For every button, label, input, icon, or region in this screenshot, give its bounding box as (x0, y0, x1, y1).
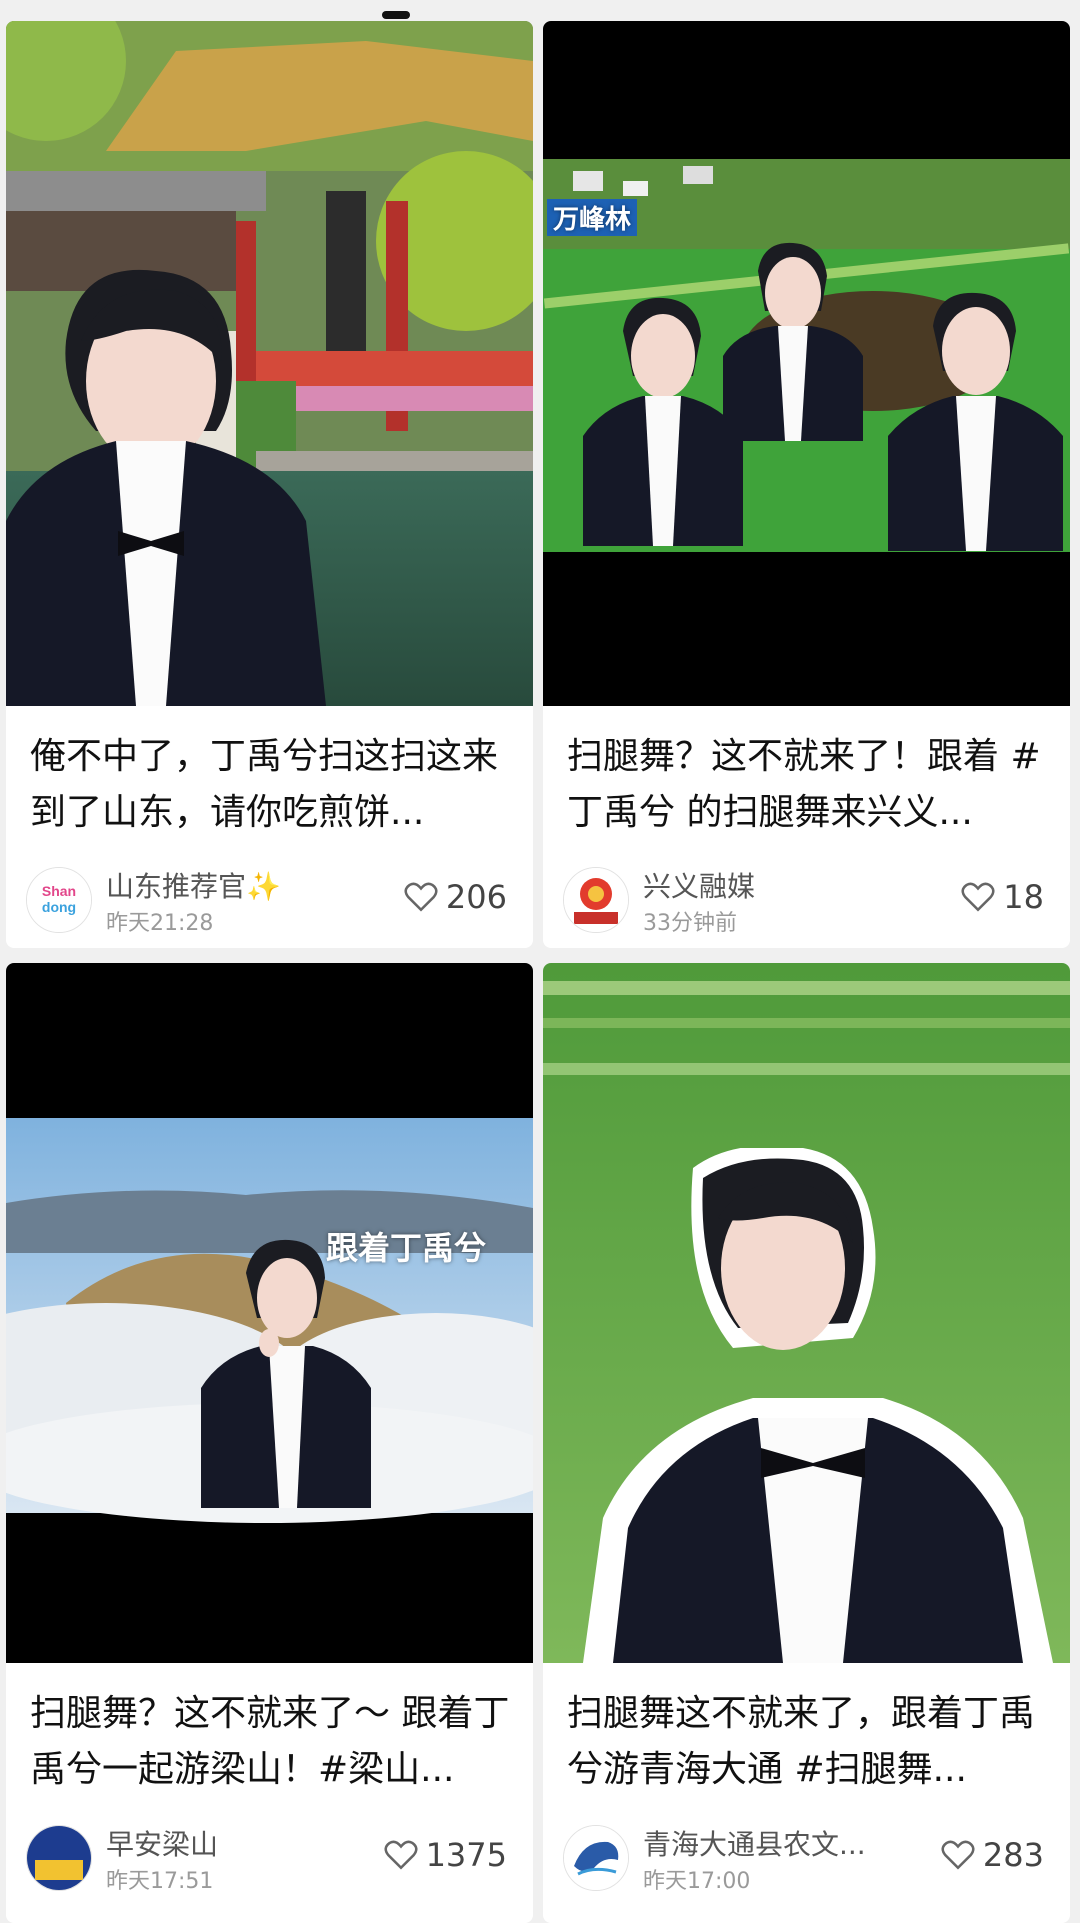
author-name[interactable]: 兴义融媒 (643, 865, 755, 905)
person-cutout-figure (201, 1239, 371, 1508)
card-meta: 早安梁山 昨天17:51 1375 (26, 1821, 513, 1894)
card-meta: Shan dong 山东推荐官✨ 昨天21:28 206 (26, 863, 513, 936)
author-name[interactable]: 山东推荐官✨ (106, 865, 281, 905)
location-label: 万峰林 (547, 199, 638, 236)
feed-card-1[interactable]: 俺不中了，丁禹兮扫这扫这来到了山东，请你吃煎饼... Shan dong 山东推… (6, 21, 533, 948)
card-thumbnail-3[interactable]: 跟着丁禹兮 (6, 963, 533, 1663)
datong-agri-logo-icon (564, 1826, 628, 1890)
feed-card-2[interactable]: 万峰林 扫腿舞？这不就来了！跟着 #丁禹兮 的扫腿舞来兴义... 兴义融媒 33… (543, 21, 1070, 948)
feed-card-3[interactable]: 跟着丁禹兮 扫腿舞？这不就来了～ 跟着丁禹兮一起游梁山！#梁山... 早安梁山 … (6, 963, 533, 1923)
author-name[interactable]: 早安梁山 (106, 1823, 218, 1863)
person-cutout-figure (583, 297, 743, 546)
like-count: 1375 (425, 1836, 507, 1874)
like-button[interactable]: 18 (961, 875, 1044, 919)
card-meta: 青海大通县农文... 昨天17:00 283 (563, 1821, 1050, 1894)
card-title[interactable]: 扫腿舞？这不就来了～ 跟着丁禹兮一起游梁山！#梁山... (30, 1686, 511, 1798)
person-cutout-figure (888, 292, 1063, 551)
feed-grid: 俺不中了，丁禹兮扫这扫这来到了山东，请你吃煎饼... Shan dong 山东推… (0, 0, 1080, 1923)
card-meta: 兴义融媒 33分钟前 18 (563, 863, 1050, 936)
person-cutout-figure (583, 1148, 1053, 1663)
author-avatar[interactable] (26, 1825, 92, 1891)
shandong-logo-icon: Shan dong (27, 868, 91, 932)
card-title[interactable]: 扫腿舞？这不就来了！跟着 #丁禹兮 的扫腿舞来兴义... (567, 729, 1048, 841)
post-time: 33分钟前 (643, 911, 737, 936)
card-thumbnail-4[interactable] (543, 963, 1070, 1663)
feed-card-4[interactable]: 扫腿舞这不就来了，跟着丁禹兮游青海大通 #扫腿舞... 青海大通县农文... 昨… (543, 963, 1070, 1923)
like-button[interactable]: 283 (941, 1833, 1044, 1877)
post-time: 昨天17:00 (643, 1869, 751, 1894)
svg-text:Shan: Shan (42, 883, 76, 899)
author-avatar[interactable]: Shan dong (26, 867, 92, 933)
svg-text:dong: dong (42, 899, 76, 915)
like-count: 283 (982, 1836, 1044, 1874)
like-button[interactable]: 1375 (384, 1833, 507, 1877)
person-cutout-figure (723, 242, 863, 441)
card-title[interactable]: 扫腿舞这不就来了，跟着丁禹兮游青海大通 #扫腿舞... (567, 1686, 1048, 1798)
heart-outline-icon (941, 1840, 975, 1870)
heart-outline-icon (384, 1840, 418, 1870)
card-thumbnail-1[interactable] (6, 21, 533, 706)
heart-outline-icon (961, 882, 995, 912)
author-avatar[interactable] (563, 1825, 629, 1891)
xingyi-media-logo-icon (564, 868, 628, 932)
card-title[interactable]: 俺不中了，丁禹兮扫这扫这来到了山东，请你吃煎饼... (30, 729, 511, 841)
post-time: 昨天17:51 (106, 1869, 214, 1894)
author-name[interactable]: 青海大通县农文... (643, 1823, 866, 1863)
like-button[interactable]: 206 (404, 875, 507, 919)
person-cutout-figure (6, 269, 326, 706)
post-time: 昨天21:28 (106, 911, 214, 936)
like-count: 18 (1003, 878, 1044, 916)
author-avatar[interactable] (563, 867, 629, 933)
heart-outline-icon (404, 882, 438, 912)
zaoan-liangshan-logo-icon (27, 1826, 91, 1890)
like-count: 206 (445, 878, 507, 916)
card-thumbnail-2[interactable]: 万峰林 (543, 21, 1070, 706)
